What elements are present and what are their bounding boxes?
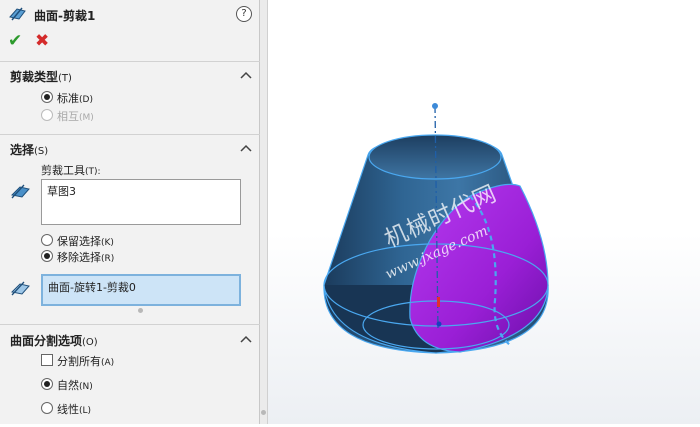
faces-value: 曲面-旋转1-剪裁0 — [48, 281, 136, 294]
radio-natural-indicator[interactable] — [41, 378, 53, 390]
radio-standard-indicator[interactable] — [41, 91, 53, 103]
splitter-grip[interactable] — [261, 410, 266, 415]
surface-trim-icon — [8, 5, 28, 26]
split-options-title: 曲面分割选项 — [10, 334, 83, 348]
radio-keep-indicator[interactable] — [41, 234, 53, 246]
trim-tool-icon — [10, 182, 32, 200]
split-options-section-header[interactable]: 曲面分割选项(O) — [10, 332, 252, 348]
trim-tool-value: 草图3 — [47, 185, 76, 198]
trim-type-title: 剪裁类型 — [10, 70, 59, 84]
origin-marker — [437, 297, 440, 307]
origin-point — [436, 321, 442, 327]
panel-splitter[interactable] — [260, 0, 268, 424]
property-manager-panel: 曲面-剪裁1 ? ✔ ✖ 剪裁类型(T) 标准(D) 相互(M) 选择(S) 剪… — [0, 0, 260, 424]
graphics-viewport[interactable]: 机械时代网 www.jxage.com — [268, 0, 700, 424]
trim-type-section-header[interactable]: 剪裁类型(T) — [10, 68, 252, 84]
faces-selection-icon — [10, 279, 32, 297]
collapse-chevron-icon[interactable] — [240, 143, 252, 153]
help-icon[interactable]: ? — [236, 6, 252, 22]
ok-button[interactable]: ✔ — [8, 32, 22, 50]
faces-listbox[interactable]: 曲面-旋转1-剪裁0 — [41, 274, 241, 306]
collapse-chevron-icon[interactable] — [240, 334, 252, 344]
feature-title: 曲面-剪裁1 — [34, 9, 96, 23]
divider — [0, 134, 260, 135]
split-all-checkbox[interactable]: 分割所有(A) — [41, 353, 114, 368]
cancel-button[interactable]: ✖ — [35, 32, 49, 50]
radio-remove-indicator[interactable] — [41, 250, 53, 262]
resize-grip[interactable] — [138, 308, 143, 313]
selections-section-header[interactable]: 选择(S) — [10, 141, 252, 157]
divider — [0, 61, 260, 62]
radio-standard[interactable]: 标准(D) — [41, 90, 93, 105]
radio-linear[interactable]: 线性(L) — [41, 401, 91, 416]
trim-tool-listbox[interactable]: 草图3 — [41, 179, 241, 225]
radio-remove-selections[interactable]: 移除选择(R) — [41, 249, 114, 264]
divider — [0, 324, 260, 325]
axis-endpoint — [432, 103, 438, 109]
radio-natural[interactable]: 自然(N) — [41, 377, 93, 392]
radio-keep-selections[interactable]: 保留选择(K) — [41, 233, 114, 248]
feature-title-bar: 曲面-剪裁1 ? — [8, 5, 252, 25]
split-all-checkbox-indicator[interactable] — [41, 354, 53, 366]
collapse-chevron-icon[interactable] — [240, 70, 252, 80]
radio-mutual: 相互(M) — [41, 108, 94, 123]
radio-mutual-indicator — [41, 109, 53, 121]
trim-tool-label: 剪裁工具(T): — [41, 164, 101, 177]
selections-title: 选择 — [10, 143, 35, 157]
radio-linear-indicator[interactable] — [41, 402, 53, 414]
